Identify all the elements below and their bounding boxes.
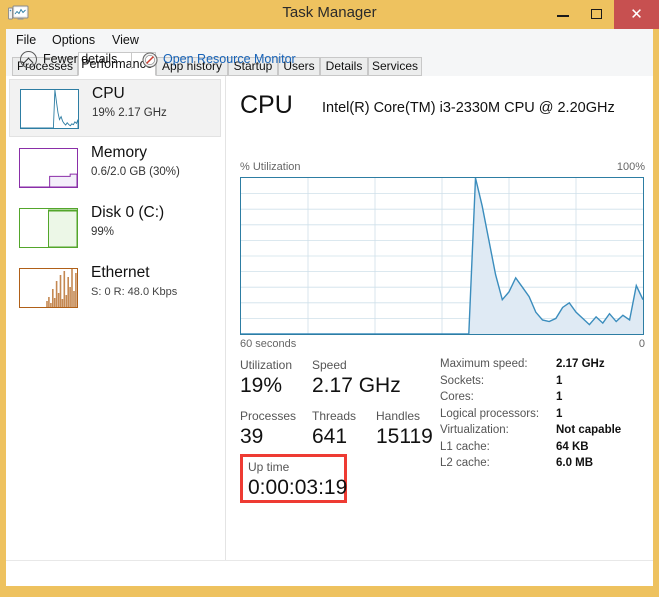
menu-item-options[interactable]: Options (52, 33, 95, 47)
maximize-button[interactable] (580, 0, 614, 29)
sidebar-thumbnail-3 (19, 268, 78, 308)
processes-label: Processes (240, 409, 297, 423)
spec-key-1: Sockets: (440, 374, 485, 387)
x-axis-label: 60 seconds (240, 338, 297, 350)
sidebar-item-label: Disk 0 (C:) (91, 204, 165, 221)
spec-key-0: Maximum speed: (440, 358, 528, 370)
sidebar-item-cpu[interactable]: CPU 19% 2.17 GHz (9, 79, 221, 137)
sidebar-item-sublabel: S: 0 R: 48.0 Kbps (91, 286, 178, 298)
handles-value: 15119 (376, 425, 433, 448)
sidebar-thumbnail-2 (19, 208, 78, 248)
page-title: CPU (240, 91, 293, 119)
cpu-utilization-graph (240, 177, 644, 335)
sidebar-item-sublabel: 0.6/2.0 GB (30%) (91, 166, 180, 178)
sidebar-item-label: CPU (92, 85, 125, 102)
spec-key-6: L2 cache: (440, 457, 490, 469)
spec-value-3: 1 (556, 407, 563, 420)
handles-label: Handles (376, 409, 421, 423)
sidebar-thumbnail-0 (20, 89, 79, 129)
speed-value: 2.17 GHz (312, 374, 401, 397)
x-axis-min-label: 0 (638, 338, 645, 350)
tab-details[interactable]: Details (320, 57, 368, 76)
spec-value-0: 2.17 GHz (556, 358, 605, 370)
spec-value-1: 1 (556, 374, 563, 387)
processes-value: 39 (240, 425, 264, 448)
spec-key-3: Logical processors: (440, 407, 540, 420)
spec-value-5: 64 KB (556, 440, 589, 453)
footer-divider (131, 53, 132, 69)
speed-label: Speed (312, 358, 347, 372)
title-bar: Task Manager ✕ (0, 0, 659, 29)
sidebar-item-label: Ethernet (91, 264, 150, 281)
client-area: File Options View Processes Performance Ap… (6, 29, 653, 586)
open-resource-monitor-link[interactable]: Open Resource Monitor (163, 52, 296, 66)
menu-bar: File Options View (6, 29, 653, 52)
spec-value-4: Not capable (556, 424, 622, 436)
spec-key-5: L1 cache: (440, 440, 490, 453)
close-icon: ✕ (630, 6, 643, 23)
utilization-label: Utilization (240, 358, 293, 372)
cpu-model-label: Intel(R) Core(TM) i3-2330M CPU @ 2.20GHz (322, 100, 615, 116)
y-axis-label: % Utilization (240, 161, 301, 173)
spec-key-4: Virtualization: (440, 424, 509, 436)
fewer-details-label: Fewer details (43, 52, 118, 66)
spec-value-6: 6.0 MB (556, 457, 594, 469)
utilization-value: 19% (240, 374, 283, 397)
tab-services[interactable]: Services (368, 57, 422, 76)
sidebar-thumbnail-1 (19, 148, 78, 188)
performance-panel: CPU Intel(R) Core(TM) i3-2330M CPU @ 2.2… (226, 76, 653, 560)
menu-item-view[interactable]: View (112, 33, 139, 47)
resource-sidebar: CPU 19% 2.17 GHz Memory 0.6/2.0 GB (30%) Dis… (6, 76, 226, 560)
chevron-up-circle-icon (20, 51, 37, 68)
maximize-icon (591, 9, 602, 19)
spec-value-2: 1 (556, 391, 563, 403)
minimize-button[interactable] (546, 0, 580, 29)
task-manager-window: Task Manager ✕ File Options View Process… (0, 0, 659, 597)
threads-label: Threads (312, 409, 357, 423)
spec-key-2: Cores: (440, 391, 474, 403)
menu-item-file[interactable]: File (16, 33, 36, 47)
uptime-value: 0:00:03:19 (248, 476, 348, 499)
threads-value: 641 (312, 425, 348, 448)
resource-monitor-icon (142, 52, 158, 68)
sidebar-item-memory[interactable]: Memory 0.6/2.0 GB (30%) (9, 139, 221, 197)
y-axis-max-label: 100% (616, 161, 645, 173)
status-bar (6, 560, 653, 586)
uptime-label: Up time (248, 460, 290, 474)
sidebar-item-ethernet[interactable]: Ethernet S: 0 R: 48.0 Kbps (9, 259, 221, 317)
sidebar-item-label: Memory (91, 144, 147, 161)
sidebar-item-disk-0-c[interactable]: Disk 0 (C:) 99% (9, 199, 221, 257)
sidebar-item-sublabel: 19% 2.17 GHz (92, 107, 167, 119)
close-button[interactable]: ✕ (614, 0, 659, 29)
sidebar-item-sublabel: 99% (91, 226, 115, 238)
minimize-icon (557, 15, 569, 17)
